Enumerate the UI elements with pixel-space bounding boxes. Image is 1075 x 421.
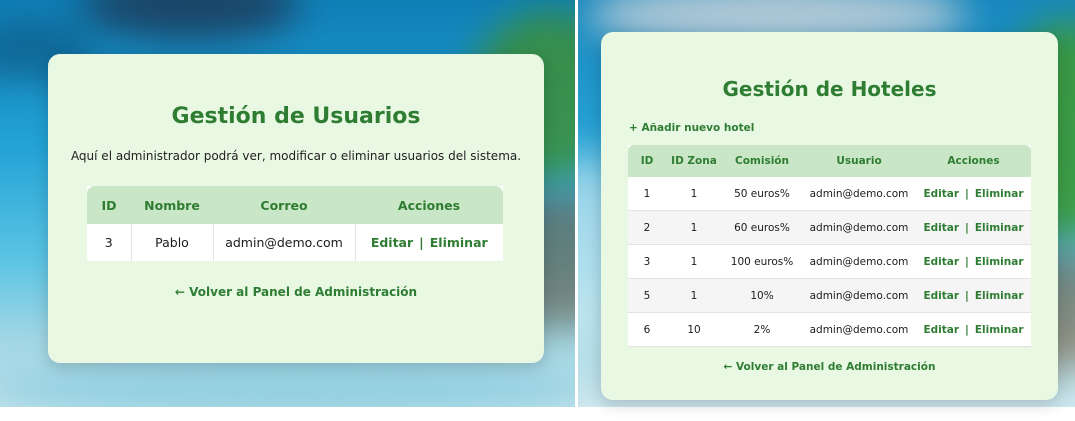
- delete-hotel-link[interactable]: Eliminar: [975, 290, 1024, 302]
- action-separator: |: [965, 255, 969, 268]
- column-header-acciones: Acciones: [355, 186, 503, 224]
- back-to-admin-link[interactable]: ← Volver al Panel de Administración: [48, 285, 544, 299]
- column-header-id-zona: ID Zona: [666, 145, 722, 177]
- cell-usuario: admin@demo.com: [802, 278, 916, 313]
- edit-hotel-link[interactable]: Editar: [923, 256, 959, 268]
- cell-comision: 10%: [722, 278, 802, 313]
- column-header-id: ID: [87, 186, 131, 224]
- action-separator: |: [965, 289, 969, 302]
- users-table-header: ID Nombre Correo Acciones: [87, 186, 503, 224]
- cell-id: 5: [628, 278, 666, 313]
- cell-usuario: admin@demo.com: [802, 177, 916, 211]
- cell-zona: 10: [666, 312, 722, 347]
- cell-usuario: admin@demo.com: [802, 210, 916, 245]
- table-row: 5 1 10% admin@demo.com Editar | Eliminar: [628, 278, 1031, 313]
- action-separator: |: [965, 323, 969, 336]
- cell-id: 2: [628, 210, 666, 245]
- cell-acciones: Editar | Eliminar: [916, 244, 1031, 279]
- cell-usuario: admin@demo.com: [802, 244, 916, 279]
- cell-zona: 1: [666, 278, 722, 313]
- table-row: 2 1 60 euros% admin@demo.com Editar | Elim…: [628, 210, 1031, 245]
- cell-acciones: Editar | Eliminar: [916, 278, 1031, 313]
- column-header-nombre: Nombre: [131, 186, 213, 224]
- table-row: 3 1 100 euros% admin@demo.com Editar | Eli…: [628, 244, 1031, 279]
- users-table: ID Nombre Correo Acciones 3 Pablo admin@…: [87, 186, 503, 261]
- edit-hotel-link[interactable]: Editar: [923, 222, 959, 234]
- action-separator: |: [965, 187, 969, 200]
- cell-zona: 1: [666, 210, 722, 245]
- panel-divider: [575, 0, 578, 421]
- delete-hotel-link[interactable]: Eliminar: [975, 324, 1024, 336]
- cell-comision: 50 euros%: [722, 177, 802, 211]
- cell-id: 3: [628, 244, 666, 279]
- users-card: Gestión de Usuarios Aquí el administrado…: [48, 54, 544, 363]
- cell-zona: 1: [666, 177, 722, 211]
- column-header-comision: Comisión: [722, 145, 802, 177]
- edit-hotel-link[interactable]: Editar: [923, 324, 959, 336]
- column-header-id: ID: [628, 145, 666, 177]
- column-header-usuario: Usuario: [802, 145, 916, 177]
- action-separator: |: [965, 221, 969, 234]
- column-header-acciones: Acciones: [916, 145, 1031, 177]
- cell-zona: 1: [666, 244, 722, 279]
- edit-user-link[interactable]: Editar: [371, 235, 413, 250]
- add-hotel-link[interactable]: + Añadir nuevo hotel: [629, 122, 754, 134]
- edit-hotel-link[interactable]: Editar: [923, 290, 959, 302]
- cell-id: 6: [628, 312, 666, 347]
- users-description: Aquí el administrador podrá ver, modific…: [70, 149, 522, 163]
- back-to-admin-link[interactable]: ← Volver al Panel de Administración: [601, 361, 1058, 373]
- cell-correo: admin@demo.com: [213, 224, 356, 261]
- cell-acciones: Editar | Eliminar: [916, 177, 1031, 211]
- table-row: 3 Pablo admin@demo.com Editar | Eliminar: [87, 224, 503, 261]
- hotels-page-title: Gestión de Hoteles: [722, 77, 937, 101]
- hotels-table-header: ID ID Zona Comisión Usuario Acciones: [628, 145, 1031, 177]
- cell-acciones: Editar | Eliminar: [916, 210, 1031, 245]
- cell-id: 3: [87, 224, 132, 261]
- action-separator: |: [419, 235, 424, 250]
- bottom-strip: [0, 407, 1075, 421]
- cell-comision: 2%: [722, 312, 802, 347]
- hotels-table: ID ID Zona Comisión Usuario Acciones 1 1…: [628, 145, 1031, 347]
- table-row: 1 1 50 euros% admin@demo.com Editar | Elim…: [628, 177, 1031, 211]
- table-row: 6 10 2% admin@demo.com Editar | Eliminar: [628, 312, 1031, 347]
- cell-acciones: Editar | Eliminar: [355, 224, 503, 261]
- cell-comision: 60 euros%: [722, 210, 802, 245]
- cell-nombre: Pablo: [131, 224, 214, 261]
- edit-hotel-link[interactable]: Editar: [923, 188, 959, 200]
- users-page-title: Gestión de Usuarios: [171, 104, 421, 129]
- column-header-correo: Correo: [213, 186, 355, 224]
- cell-id: 1: [628, 177, 666, 211]
- cell-acciones: Editar | Eliminar: [916, 312, 1031, 347]
- cell-usuario: admin@demo.com: [802, 312, 916, 347]
- delete-hotel-link[interactable]: Eliminar: [975, 222, 1024, 234]
- cell-comision: 100 euros%: [722, 244, 802, 279]
- delete-user-link[interactable]: Eliminar: [430, 235, 488, 250]
- delete-hotel-link[interactable]: Eliminar: [975, 256, 1024, 268]
- hotels-card: Gestión de Hoteles + Añadir nuevo hotel …: [601, 32, 1058, 400]
- delete-hotel-link[interactable]: Eliminar: [975, 188, 1024, 200]
